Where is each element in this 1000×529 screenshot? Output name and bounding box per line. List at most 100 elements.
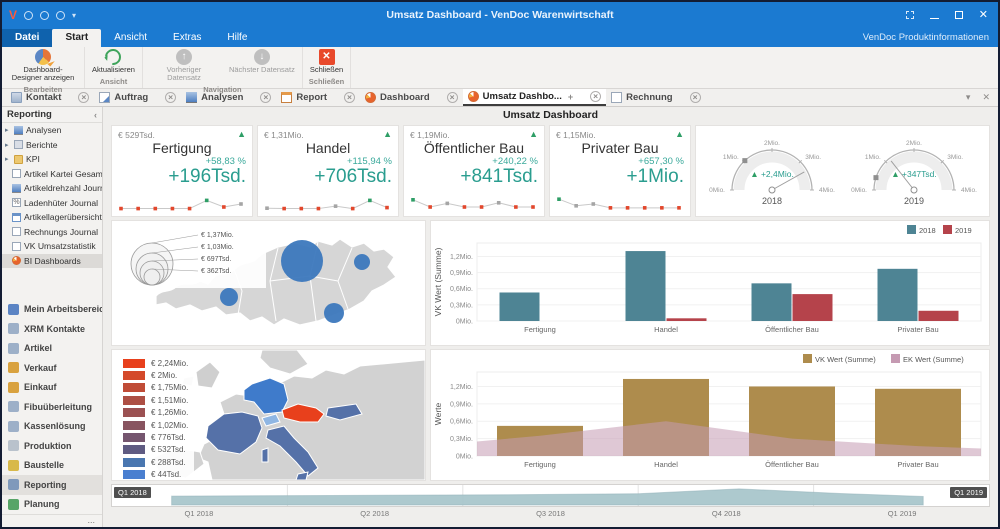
pin-icon[interactable]: + [568,92,573,102]
aktualisieren-button[interactable]: Aktualisieren [90,48,137,75]
tab-umsatz-dashbo[interactable]: Umsatz Dashbo...+× [463,89,606,106]
quick-access-caret-icon[interactable]: ▾ [72,11,76,20]
sidebar-nav-kassenlösung[interactable]: Kassenlösung [2,417,102,437]
sidebar-item-bi-dashboards[interactable]: BI Dashboards [2,254,102,269]
tab-close-icon[interactable]: × [344,92,355,103]
kpi-total-value: € 1,31Mio. [264,130,392,140]
nächster-datensatz-button[interactable]: Nächster Datensatz [227,48,297,75]
kpi-card-privater-bau[interactable]: € 1,15Mio.▲Privater Bau+657,30 %+1Mio. [549,125,691,217]
kpi-card-fertigung[interactable]: € 529Tsd.▲Fertigung+58,83 %+196Tsd. [111,125,253,217]
expander-icon[interactable]: ▸ [5,126,11,134]
close-window-icon[interactable]: ✕ [979,10,988,20]
sidebar-item-ladenhüter-journal[interactable]: Ladenhüter Journal [2,196,102,211]
range-tick-label: Q2 2018 [287,507,463,519]
bar-2019-öffentlicher-bau[interactable] [793,294,833,321]
tab-close-icon[interactable]: × [165,92,176,103]
tab-report[interactable]: Report× [276,89,360,106]
sidebar-nav-reporting[interactable]: Reporting [2,475,102,495]
menu-tab-extras[interactable]: Extras [160,29,214,47]
dashboard-designer-anzeigen-button[interactable]: Dashboard-Designer anzeigen [7,48,79,84]
range-start-badge[interactable]: Q1 2018 [114,487,151,498]
bar-2019-privater-bau[interactable] [919,311,959,321]
sidebar-nav-fibuüberleitung[interactable]: Fibuüberleitung [2,397,102,417]
sidebar-nav-mein-arbeitsbereich[interactable]: Mein Arbeitsbereich [2,300,102,320]
map-bubble[interactable] [281,240,323,282]
tree-item-label: Berichte [26,140,58,150]
sidebar-nav-artikel[interactable]: Artikel [2,339,102,359]
quick-access-icon-2[interactable] [40,11,49,20]
sidebar-item-rechnungs-journal[interactable]: Rechnungs Journal [2,225,102,240]
tab-dashboard[interactable]: Dashboard× [360,89,463,106]
quick-access-icon-1[interactable] [24,11,33,20]
tree-item-label: Artikellagerübersicht [24,212,102,222]
bar-2018-fertigung[interactable] [500,292,540,321]
sidebar-item-vk-umsatzstatistik[interactable]: VK Umsatzstatistik [2,239,102,254]
sidebar-item-artikel-kartei-gesamt[interactable]: Artikel Kartei Gesamt [2,167,102,182]
bar-2018-privater-bau[interactable] [878,269,918,321]
vorheriger-datensatz-button[interactable]: Vorheriger Datensatz [148,48,220,84]
tab-label: Kontakt [26,92,61,103]
minimize-icon[interactable] [930,18,939,19]
menu-tab-ansicht[interactable]: Ansicht [101,29,160,47]
tab-analysen[interactable]: Analysen× [181,89,276,106]
map-bubble[interactable] [324,303,344,323]
sidebar-nav-produktion[interactable]: Produktion [2,436,102,456]
schließen-button[interactable]: Schließen [308,48,345,75]
sidebar-item-artikeldrehzahl-journal[interactable]: Artikeldrehzahl Journal [2,181,102,196]
sidebar-nav-verkauf[interactable]: Verkauf [2,358,102,378]
sidebar-nav-xrm-kontakte[interactable]: XRM Kontakte [2,319,102,339]
map-bubble[interactable] [220,288,238,306]
sidebar-overflow[interactable]: ... [2,514,102,527]
sidebar-item-kpi[interactable]: ▸KPI [2,152,102,167]
range-end-badge[interactable]: Q1 2019 [950,487,987,498]
svg-text:1Mio.: 1Mio. [722,154,738,161]
legend-swatch [891,354,900,363]
snap-layout-icon[interactable] [906,11,914,19]
sidebar-item-artikellagerübersicht[interactable]: Artikellagerübersicht [2,210,102,225]
svg-text:4Mio.: 4Mio. [819,187,835,194]
menu-tab-start[interactable]: Start [52,29,101,47]
map-bubble[interactable] [354,254,370,270]
quick-access-refresh-icon[interactable] [56,11,65,20]
tab-close-icon[interactable]: × [590,91,601,102]
tab-close-icon[interactable]: × [260,92,271,103]
sidebar-item-berichte[interactable]: ▸ Berichte [2,138,102,153]
document-tab-bar: Kontakt×Auftrag×Analysen×Report×Dashboar… [2,89,998,107]
bar-2019-handel[interactable] [667,318,707,321]
restore-icon[interactable] [955,11,963,19]
menubar: DateiStartAnsichtExtrasHilfe VenDoc Prod… [2,28,998,47]
kpi-card-öffentlicher-bau[interactable]: € 1,19Mio.▲Öffentlicher Bau+240,22 %+841… [403,125,545,217]
kpi-delta: +196Tsd. [118,167,246,187]
menu-tab-hilfe[interactable]: Hilfe [214,29,260,47]
menu-tab-datei[interactable]: Datei [2,29,52,47]
sidebar-collapse-icon[interactable]: ‹ [94,110,97,120]
tab-close-icon[interactable]: × [78,92,89,103]
sidebar-nav-planung[interactable]: Planung [2,495,102,515]
sidebar-item-analysen[interactable]: ▸Analysen [2,123,102,138]
arrow-down-icon [254,49,270,65]
tab-auftrag[interactable]: Auftrag× [94,89,181,106]
tab-close-icon[interactable]: ✕ [982,92,990,103]
range-selector-track[interactable]: Q1 2018 Q1 2019 [111,484,990,507]
tab-close-icon[interactable]: × [447,92,458,103]
sidebar-nav-einkauf[interactable]: Einkauf [2,378,102,398]
expander-icon[interactable]: ▸ [5,141,11,149]
sidebar-nav-baustelle[interactable]: Baustelle [2,456,102,476]
austria-map: € 1,37Mio.€ 1,03Mio.€ 697Tsd.€ 362Tsd. [112,221,425,345]
tab-close-icon[interactable]: × [690,92,701,103]
tab-list-dropdown-icon[interactable]: ▾ [966,92,971,103]
legend-swatch [123,371,145,380]
bar-2018-öffentlicher-bau[interactable] [752,283,792,321]
bar-2018-handel[interactable] [626,251,666,321]
tab-kontakt[interactable]: Kontakt × [6,89,94,106]
tab-rechnung[interactable]: Rechnung× [606,89,705,106]
produktinformationen-link[interactable]: VenDoc Produktinformationen [854,32,998,47]
range-area-chart[interactable] [112,485,989,506]
chart2-icon [12,184,21,193]
expander-icon[interactable]: ▸ [5,155,11,163]
kpi-card-handel[interactable]: € 1,31Mio.▲Handel+115,94 %+706Tsd. [257,125,399,217]
nav-item-label: Kassenlösung [24,421,86,431]
svg-text:0,6Mio.: 0,6Mio. [450,286,473,293]
sidebar-header: Reporting [7,109,52,120]
range-tick-label: Q3 2018 [463,507,639,519]
